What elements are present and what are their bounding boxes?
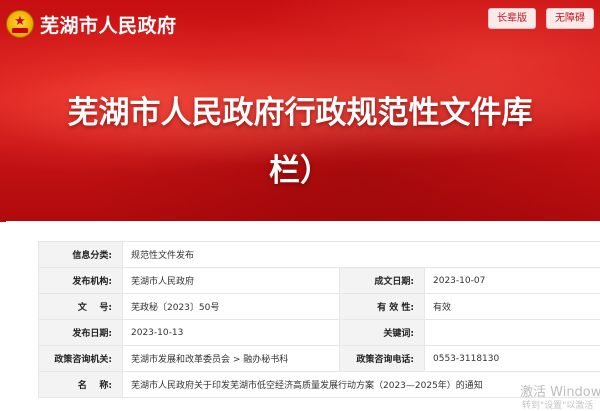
page-title-line1: 芜湖市人民政府行政规范性文件库 <box>0 84 600 142</box>
government-emblem-icon[interactable]: ★ <box>6 10 34 38</box>
value-doc-number: 芜政秘〔2023〕50号 <box>123 294 340 320</box>
value-issuer: 芜湖市人民政府 <box>123 268 340 294</box>
label-consult-office: 政策咨询机关: <box>39 346 123 372</box>
document-info-panel: 信息分类: 规范性文件发布 发布机构: 芜湖市人民政府 成文日期: 2023-1… <box>6 221 600 409</box>
windows-activation-hint: 转到"设置"以激活 <box>522 398 593 411</box>
table-row: 信息分类: 规范性文件发布 <box>39 242 600 268</box>
value-written-date: 2023-10-07 <box>425 268 600 294</box>
label-consult-phone: 政策咨询电话: <box>340 346 425 372</box>
table-row: 发布机构: 芜湖市人民政府 成文日期: 2023-10-07 <box>39 268 600 294</box>
label-keywords: 关键词: <box>340 320 425 346</box>
label-category: 信息分类: <box>39 242 123 268</box>
label-validity: 有 效 性: <box>340 294 425 320</box>
page-title: 芜湖市人民政府行政规范性文件库 栏） <box>0 84 600 200</box>
value-keywords <box>425 320 600 346</box>
elder-mode-button[interactable]: 长辈版 <box>488 8 536 29</box>
label-doc-number: 文 号: <box>39 294 123 320</box>
value-validity: 有效 <box>425 294 600 320</box>
value-category: 规范性文件发布 <box>123 242 600 268</box>
table-row: 名 称: 芜湖市人民政府关于印发芜湖市低空经济高质量发展行动方案（2023—20… <box>39 372 600 398</box>
accessibility-button[interactable]: 无障碍 <box>546 8 594 29</box>
table-row: 发布日期: 2023-10-13 关键词: <box>39 320 600 346</box>
label-title: 名 称: <box>39 372 123 398</box>
value-consult-phone: 0553-3118130 <box>425 346 600 372</box>
page-title-line2: 栏） <box>0 142 600 200</box>
value-consult-office: 芜湖市发展和改革委员会 > 融办秘书科 <box>123 346 340 372</box>
top-banner: ★ 芜湖市人民政府 长辈版 无障碍 芜湖市人民政府行政规范性文件库 栏） <box>0 0 600 222</box>
value-publish-date: 2023-10-13 <box>123 320 340 346</box>
label-issuer: 发布机构: <box>39 268 123 294</box>
emblem-base <box>12 28 28 33</box>
table-row: 文 号: 芜政秘〔2023〕50号 有 效 性: 有效 <box>39 294 600 320</box>
document-info-table: 信息分类: 规范性文件发布 发布机构: 芜湖市人民政府 成文日期: 2023-1… <box>38 241 600 398</box>
label-publish-date: 发布日期: <box>39 320 123 346</box>
table-row: 政策咨询机关: 芜湖市发展和改革委员会 > 融办秘书科 政策咨询电话: 0553… <box>39 346 600 372</box>
site-name[interactable]: 芜湖市人民政府 <box>40 11 177 38</box>
label-written-date: 成文日期: <box>340 268 425 294</box>
